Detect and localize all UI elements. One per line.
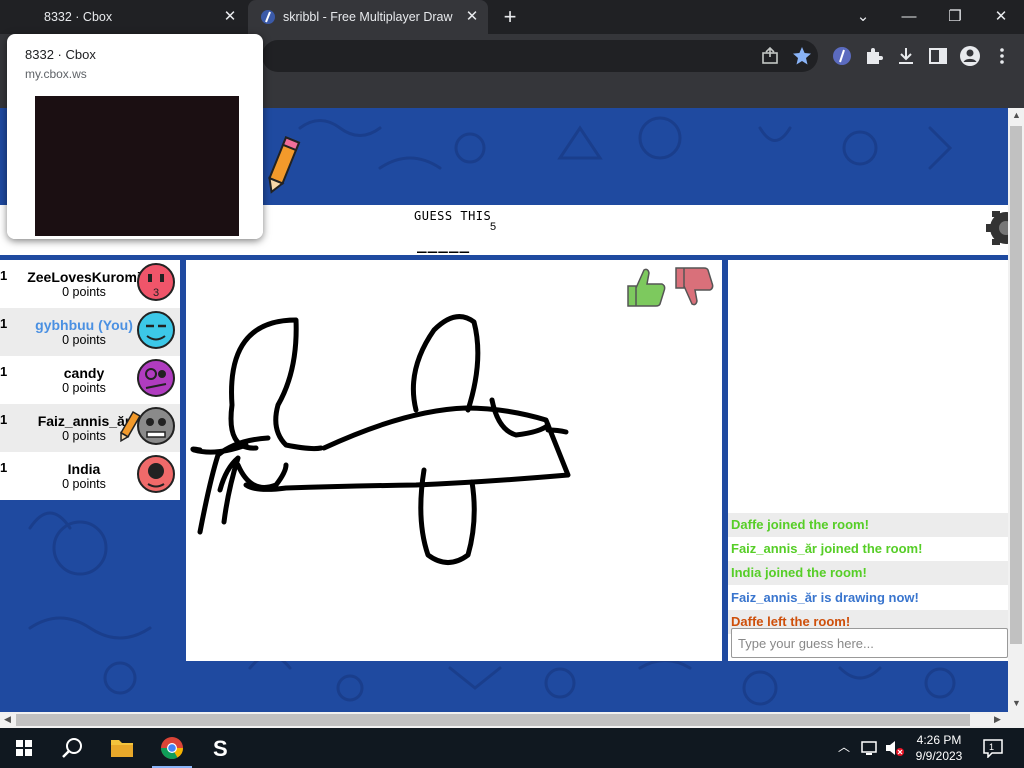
player-name: gybhbuu (You) [35, 317, 133, 333]
word-hint: _____ [417, 234, 471, 253]
scroll-left-arrow-icon[interactable]: ◀ [4, 714, 11, 725]
player-rank: 1 [0, 268, 8, 283]
notifications-icon[interactable]: 1 [982, 738, 1004, 758]
player-avatar [137, 311, 175, 349]
player-name: ZeeLovesKuromi [27, 269, 141, 285]
tab-strip: 8332 · Cbox ✕ skribbl - Free Multiplayer… [0, 0, 1024, 34]
scroll-down-arrow-icon[interactable]: ▼ [1012, 698, 1021, 708]
preview-url: my.cbox.ws [25, 67, 87, 81]
guess-label: GUESS THIS [414, 209, 492, 223]
taskbar-clock[interactable]: 4:26 PM 9/9/2023 [906, 732, 972, 764]
network-icon[interactable] [860, 739, 880, 757]
bookmark-star-icon[interactable] [791, 45, 813, 67]
player-avatar [137, 359, 175, 397]
word-length: 5 [490, 221, 497, 233]
tab-title: 8332 · Cbox [44, 10, 113, 24]
svg-text:1: 1 [989, 742, 994, 752]
svg-text:S: S [213, 736, 228, 761]
chrome-taskbar-item[interactable] [148, 728, 196, 768]
player-rank: 1 [0, 460, 8, 475]
chat-panel: Daffe joined the room! Faiz_annis_ăr joi… [728, 260, 1008, 661]
player-name: India [67, 461, 101, 477]
chrome-icon [161, 737, 183, 759]
minimize-button[interactable]: — [898, 6, 920, 28]
volume-muted-icon[interactable] [884, 739, 906, 757]
app-s-icon[interactable]: S [197, 728, 245, 768]
player-row[interactable]: 1 gybhbuu (You) 0 points [0, 308, 180, 356]
player-points: 0 points [62, 381, 106, 395]
player-rank: 1 [0, 364, 8, 379]
windows-start-icon[interactable] [0, 728, 48, 768]
drawing-canvas[interactable] [186, 260, 722, 661]
file-explorer-icon[interactable] [98, 728, 146, 768]
puzzle-icon[interactable] [863, 45, 885, 67]
restore-button[interactable]: ❐ [944, 6, 966, 28]
svg-text:3: 3 [153, 287, 159, 299]
logo-pencil-icon [268, 136, 301, 194]
windows-taskbar: S ︿ 4:26 PM 9/9/2023 1 [0, 728, 1024, 768]
player-points: 0 points [62, 285, 106, 299]
preview-screenshot [35, 96, 239, 236]
chat-message: Faiz_annis_ăr is drawing now! [731, 590, 919, 605]
preview-title: 8332 · Cbox [25, 47, 96, 62]
more-menu-icon[interactable] [991, 45, 1013, 67]
skribbl-favicon-icon [261, 10, 275, 24]
guess-input[interactable] [731, 628, 1008, 658]
player-row[interactable]: 1 candy 0 points [0, 356, 180, 404]
scroll-right-arrow-icon[interactable]: ▶ [994, 714, 1001, 725]
search-icon[interactable] [48, 728, 96, 768]
player-row[interactable]: 1 Faiz_annis_ăr 0 points [0, 404, 180, 452]
tab-search-icon[interactable]: ⌄ [852, 6, 874, 28]
extension-icon[interactable] [831, 45, 853, 67]
preview-thumbnail [7, 94, 263, 239]
vertical-scroll-thumb[interactable] [1010, 126, 1022, 644]
close-icon[interactable]: ✕ [464, 9, 480, 25]
tab-cbox[interactable]: 8332 · Cbox ✕ [0, 0, 246, 34]
tab-hover-preview: 8332 · Cbox my.cbox.ws [7, 34, 263, 239]
side-panel-icon[interactable] [927, 45, 949, 67]
player-row[interactable]: 1 ZeeLovesKuromi 0 points 3 [0, 260, 180, 308]
player-points: 0 points [62, 333, 106, 347]
clock-date: 9/9/2023 [915, 749, 963, 763]
download-icon[interactable] [895, 45, 917, 67]
player-rank: 1 [0, 316, 8, 331]
player-avatar: 3 [137, 263, 175, 301]
share-icon[interactable] [759, 45, 781, 67]
player-name: candy [63, 365, 105, 381]
new-tab-button[interactable]: + [499, 6, 521, 28]
horizontal-scroll-thumb[interactable] [16, 714, 970, 726]
tab-title: skribbl - Free Multiplayer Drawing [283, 10, 453, 24]
address-bar[interactable] [262, 40, 818, 72]
player-avatar [137, 455, 175, 493]
tab-skribbl[interactable]: skribbl - Free Multiplayer Drawing ✕ [248, 0, 488, 34]
player-list: 1 ZeeLovesKuromi 0 points 3 1 gybhbuu (Y… [0, 260, 180, 500]
player-avatar [137, 407, 175, 445]
player-row[interactable]: 1 India 0 points [0, 452, 180, 500]
chat-message: India joined the room! [728, 561, 1008, 585]
player-points: 0 points [62, 477, 106, 491]
chat-message: Daffe joined the room! [728, 513, 1008, 537]
close-icon[interactable]: ✕ [222, 9, 238, 25]
clock-time: 4:26 PM [916, 733, 962, 747]
chevron-up-icon[interactable]: ︿ [838, 738, 850, 755]
settings-gear-icon[interactable] [984, 208, 1008, 248]
player-rank: 1 [0, 412, 8, 427]
window-close-button[interactable]: ✕ [990, 6, 1012, 28]
profile-avatar-icon[interactable] [959, 45, 981, 67]
scroll-up-arrow-icon[interactable]: ▲ [1012, 110, 1021, 120]
player-drawing [190, 314, 571, 565]
chat-message: Faiz_annis_ăr joined the room! [731, 541, 923, 556]
